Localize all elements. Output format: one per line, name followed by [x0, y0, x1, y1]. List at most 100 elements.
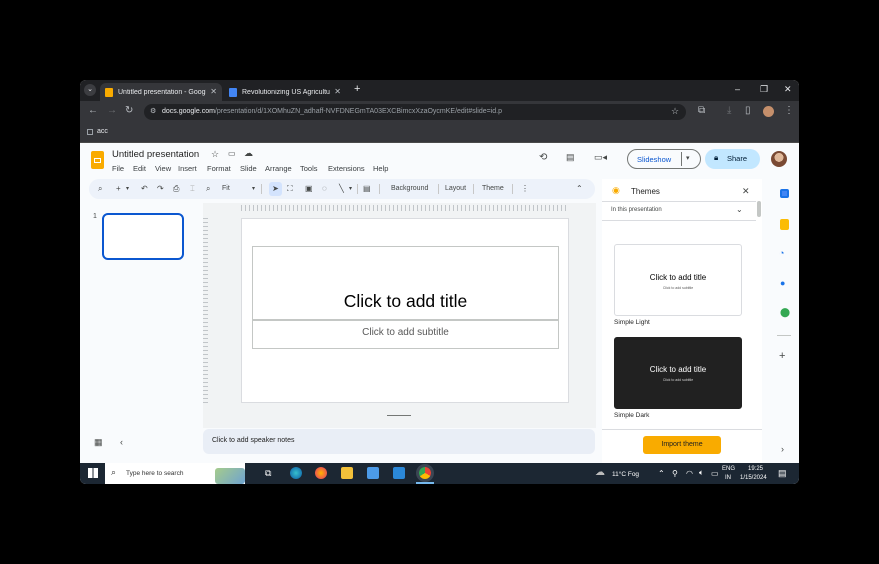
browser-tab-slides[interactable]: Untitled presentation - Google ✕	[100, 83, 222, 101]
sidepanel-icon[interactable]: ▯	[745, 106, 751, 116]
file-explorer-icon[interactable]	[341, 467, 353, 479]
themes-scrollbar[interactable]	[757, 201, 761, 217]
new-slide-dropdown-icon[interactable]: ▾	[126, 184, 129, 194]
close-themes-icon[interactable]: ✕	[742, 186, 750, 197]
browser-tab-docs[interactable]: Revolutionizing US Agricultural ✕	[224, 83, 346, 101]
download-icon[interactable]: ⤓	[727, 106, 731, 116]
import-theme-button[interactable]: Import theme	[643, 436, 721, 454]
undo-icon[interactable]: ↶	[141, 184, 148, 194]
edge-icon[interactable]	[290, 467, 302, 479]
weather-text[interactable]: 11°C Fog	[612, 471, 639, 478]
menu-tools[interactable]: Tools	[300, 164, 318, 173]
weather-icon[interactable]: ☁	[595, 467, 605, 478]
version-history-icon[interactable]: ⟲	[539, 152, 547, 163]
language-bottom[interactable]: IN	[725, 475, 731, 481]
menu-file[interactable]: File	[112, 164, 124, 173]
chrome-menu-icon[interactable]: ⋮	[784, 106, 794, 116]
menu-slide[interactable]: Slide	[240, 164, 257, 173]
new-tab-button[interactable]: +	[354, 83, 360, 95]
cloud-status-icon[interactable]: ☁	[244, 148, 253, 159]
comments-icon[interactable]: ▤	[566, 152, 575, 163]
grid-view-icon[interactable]: ▦	[94, 437, 103, 448]
more-options-icon[interactable]: ⋮	[521, 184, 529, 194]
back-button[interactable]: ←	[88, 106, 98, 116]
select-cursor-icon[interactable]: ➤	[269, 182, 282, 196]
theme-button[interactable]: Theme	[482, 185, 504, 192]
search-menus-icon[interactable]: ⌕	[98, 184, 102, 194]
meet-icon[interactable]: ▭◂	[594, 152, 607, 163]
clock-time[interactable]: 19:25	[748, 466, 763, 472]
redo-icon[interactable]: ↷	[157, 184, 164, 194]
tab-search-button[interactable]: ⌄	[84, 84, 96, 96]
store-icon[interactable]	[367, 467, 379, 479]
line-icon[interactable]: ╲	[339, 184, 344, 194]
star-icon[interactable]: ☆	[211, 149, 219, 160]
menu-view[interactable]: View	[155, 164, 171, 173]
theme-filter-dropdown[interactable]: In this presentation ⌄	[602, 201, 756, 221]
chrome-taskbar-icon[interactable]	[419, 467, 431, 479]
minimize-button[interactable]: –	[735, 84, 740, 94]
slide-thumbnail[interactable]	[102, 213, 184, 260]
collapse-toolbar-icon[interactable]: ⌃	[576, 184, 583, 194]
clock-date[interactable]: 1/15/2024	[740, 475, 767, 481]
restore-button[interactable]: ❐	[760, 84, 768, 95]
slideshow-dropdown-icon[interactable]: ▾	[686, 154, 690, 162]
reload-button[interactable]: ↻	[125, 106, 133, 116]
tab-close-icon[interactable]: ✕	[210, 87, 217, 96]
menu-insert[interactable]: Insert	[178, 164, 197, 173]
document-title[interactable]: Untitled presentation	[112, 149, 199, 160]
site-info-icon[interactable]: ⚙	[150, 107, 156, 115]
zoom-value[interactable]: Fit	[222, 185, 230, 192]
zoom-dropdown-icon[interactable]: ▾	[252, 184, 255, 194]
slideshow-button[interactable]: Slideshow ▾	[627, 149, 701, 169]
show-hidden-icons[interactable]: ⌃	[658, 469, 665, 478]
shape-icon[interactable]: ◌	[322, 184, 327, 194]
image-icon[interactable]: ▣	[305, 184, 313, 194]
tasks-icon[interactable]: ◔	[779, 248, 784, 258]
profile-avatar[interactable]	[763, 106, 774, 117]
task-view-icon[interactable]: ⧉	[265, 468, 271, 479]
menu-edit[interactable]: Edit	[133, 164, 146, 173]
network-icon[interactable]: ⚲	[672, 469, 678, 478]
menu-format[interactable]: Format	[207, 164, 231, 173]
notifications-icon[interactable]: ▤	[778, 468, 787, 479]
bookmark-star-icon[interactable]: ☆	[671, 106, 679, 117]
wifi-icon[interactable]: ◠	[686, 469, 693, 478]
language-top[interactable]: ENG	[722, 466, 735, 472]
forward-button[interactable]: →	[107, 106, 117, 116]
print-icon[interactable]: ⎙	[173, 184, 179, 194]
mail-icon[interactable]	[393, 467, 405, 479]
paint-format-icon[interactable]: ⌶	[190, 184, 195, 194]
taskbar-search-box[interactable]: ⌕ Type here to search	[105, 463, 245, 484]
speaker-notes[interactable]: Click to add speaker notes	[203, 429, 595, 454]
bookmark-item[interactable]: acc	[97, 128, 108, 135]
address-bar[interactable]: ⚙ docs.google.com/presentation/d/1XOMhuZ…	[144, 104, 686, 120]
keep-icon[interactable]	[780, 219, 789, 230]
get-addons-icon[interactable]: +	[779, 350, 785, 362]
zoom-icon[interactable]: ⌕	[206, 184, 210, 194]
menu-extensions[interactable]: Extensions	[328, 164, 365, 173]
new-slide-icon[interactable]: +	[116, 184, 121, 194]
theme-card-simple-dark[interactable]: Click to add title Click to add subtitle	[614, 337, 742, 409]
windows-start-icon[interactable]	[88, 468, 98, 478]
comment-add-icon[interactable]: ▤	[363, 184, 371, 194]
calendar-icon[interactable]	[780, 189, 789, 198]
close-window-button[interactable]: ✕	[784, 84, 792, 95]
line-dropdown-icon[interactable]: ▾	[349, 184, 352, 194]
theme-card-simple-light[interactable]: Click to add title Click to add subtitle	[614, 244, 742, 316]
volume-icon[interactable]: 🔈︎	[699, 468, 704, 478]
extensions-icon[interactable]: ⧉	[698, 106, 705, 116]
collapse-filmstrip-icon[interactable]: ‹	[120, 437, 123, 447]
slide[interactable]: Click to add title Click to add subtitle	[241, 218, 569, 403]
select-area-icon[interactable]: ⛶	[287, 184, 293, 194]
firefox-icon[interactable]	[315, 467, 327, 479]
layout-button[interactable]: Layout	[445, 185, 466, 192]
tab-close-icon[interactable]: ✕	[334, 87, 341, 96]
background-button[interactable]: Background	[391, 185, 428, 192]
battery-icon[interactable]: ▭	[711, 469, 719, 478]
subtitle-placeholder-box[interactable]: Click to add subtitle	[252, 320, 559, 349]
notes-resize-handle[interactable]	[387, 415, 411, 416]
share-button[interactable]: 🔒︎ Share	[705, 149, 760, 169]
contacts-icon[interactable]: ●	[780, 278, 785, 288]
move-folder-icon[interactable]: ▭	[228, 149, 236, 158]
